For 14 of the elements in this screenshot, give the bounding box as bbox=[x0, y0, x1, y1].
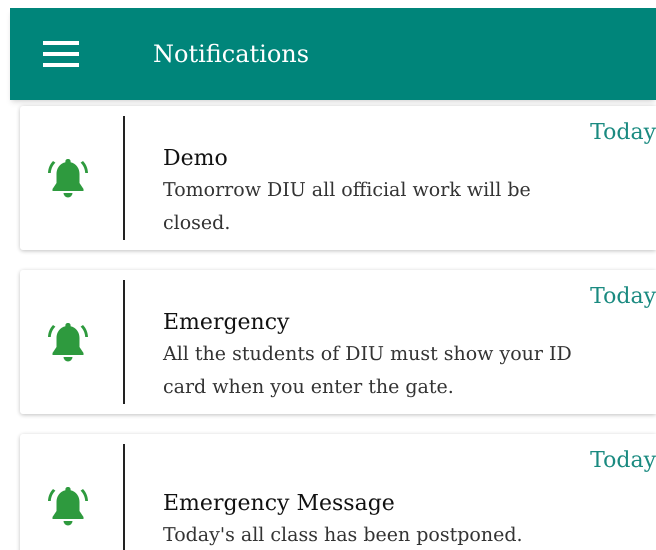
notification-title: Emergency Message bbox=[163, 490, 396, 518]
menu-icon[interactable] bbox=[43, 41, 79, 67]
notification-date: Today bbox=[590, 447, 656, 475]
app-bar-title: Notifications bbox=[153, 39, 310, 70]
notification-title: Emergency bbox=[163, 309, 290, 337]
notification-title: Demo bbox=[163, 145, 229, 173]
notification-date: Today bbox=[590, 283, 656, 311]
notification-message: Today's all class has been postponed. bbox=[163, 522, 524, 548]
notification-card[interactable]: Emergency All the students of DIU must show your ID card when you enter the gate. Today bbox=[20, 270, 656, 414]
notification-card[interactable]: Emergency Message Today's all class has been postponed. Today bbox=[20, 434, 656, 550]
notification-message: Tomorrow DIU all official work will be closed. bbox=[163, 178, 532, 236]
notification-card[interactable]: Demo Tomorrow DIU all official work will be closed. Today bbox=[20, 106, 656, 250]
notification-date: Today bbox=[590, 119, 656, 147]
notification-message: All the students of DIU must show your ID card when you enter the gate. bbox=[163, 342, 573, 400]
